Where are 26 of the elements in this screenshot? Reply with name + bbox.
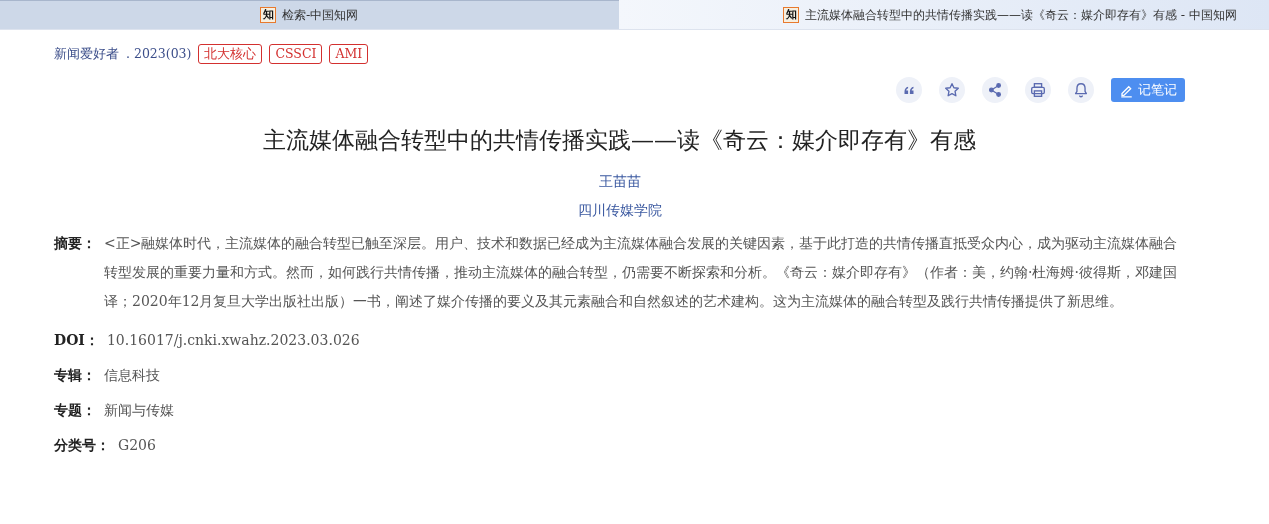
field-label: 专辑：: [54, 365, 96, 385]
index-tag: 北大核心: [198, 44, 263, 64]
site-logo-icon: 知: [783, 6, 800, 23]
field-value: 信息科技: [104, 365, 160, 385]
journal-link[interactable]: 新闻爱好者: [54, 44, 119, 64]
field-value: G206: [118, 435, 156, 455]
field-label: 专题：: [54, 400, 96, 420]
browser-tab[interactable]: 知 检索-中国知网: [0, 0, 619, 29]
index-tag: AMI: [329, 44, 369, 64]
affiliation-link[interactable]: 四川传媒学院: [577, 201, 662, 218]
field-value: 10.16017/j.cnki.xwahz.2023.03.026: [106, 330, 360, 350]
bell-icon[interactable]: [1068, 77, 1094, 103]
site-logo-icon: 知: [260, 7, 277, 23]
abstract-label: 摘要：: [54, 233, 96, 253]
field-label: 分类号：: [54, 435, 110, 455]
index-tag: CSSCI: [269, 44, 323, 64]
article-title: 主流媒体融合转型中的共情传播实践——读《奇云：媒介即存有》有感: [262, 127, 977, 155]
issue-text: . 2023(03): [126, 44, 192, 63]
author-link[interactable]: 王苗苗: [598, 172, 641, 189]
browser-tab[interactable]: 知 主流媒体融合转型中的共情传播实践——读《奇云：媒介即存有》有感 - 中国知网: [618, 0, 1269, 29]
abstract-text: <正>融媒体时代，主流媒体的融合转型已触至深层。用户、技术和数据已经成为主流媒体融合发展的关键因素，基于此打造的共情传播直抵受众内心，成为驱动主流媒体融合转型发展的重要力量和方式。然而，如何践行共情传播，推动主流媒体的融合转型，仍需要不断探索和分析。《奇云：媒介即存有》（作者：美，约翰·杜海姆·彼得斯，邓建国译；2020年12月复旦大学出版社出版）一书，阐述了媒介传播的要义及其元素融合和自然叙述的艺术建构。这为主流媒体的融合转型及践行共情传播提供了新思维。: [104, 233, 1179, 311]
field-label: DOI：: [54, 330, 99, 350]
share-icon[interactable]: [982, 77, 1008, 103]
printer-icon[interactable]: [1025, 77, 1051, 103]
field-value: 新闻与传媒: [104, 400, 174, 420]
quote-icon[interactable]: [896, 77, 922, 103]
